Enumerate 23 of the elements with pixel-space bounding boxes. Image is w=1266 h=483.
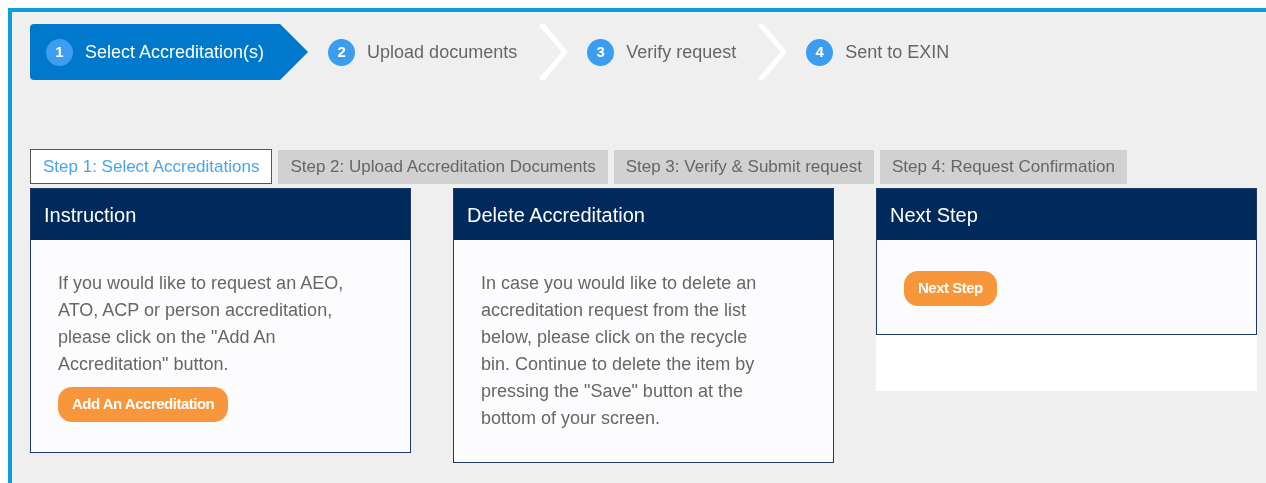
step-tab[interactable]: Step 2: Upload Accreditation Documents: [278, 150, 608, 184]
panel-text: In case you would like to delete an accreditation request from the list below, please click on the recycle bin. Continue to delete the item by pressing the "Save" button at the bottom of your screen.: [481, 272, 758, 430]
step-label: Verify request: [626, 40, 737, 64]
step-tab[interactable]: Step 1: Select Accreditations: [30, 149, 273, 184]
wizard-step[interactable]: 4 Sent to EXIN: [786, 24, 972, 80]
panel-title: Next Step: [890, 202, 978, 228]
wizard-step[interactable]: 3 Verify request: [567, 24, 759, 80]
panel-text: If you would like to request an AEO, ATO, ACP or person accreditation, please click on the "Add An Accreditation" button.: [58, 272, 345, 376]
step-label: Select Accreditation(s): [85, 40, 265, 64]
step-number: 3: [587, 38, 615, 66]
step-tab[interactable]: Step 3: Verify & Submit request: [613, 150, 874, 184]
step-number: 1: [46, 38, 73, 66]
step-number: 2: [328, 38, 356, 66]
action-button[interactable]: Next Step: [904, 271, 997, 306]
action-button[interactable]: Add An Accreditation: [58, 387, 229, 422]
wizard-step[interactable]: 2 Upload documents: [308, 24, 540, 80]
step-label: Sent to EXIN: [845, 40, 950, 64]
step-label: Upload documents: [367, 40, 518, 64]
step-tab[interactable]: Step 4: Request Confirmation: [879, 150, 1127, 184]
panel-title: Instruction: [44, 202, 137, 228]
step-number: 4: [806, 38, 834, 66]
panel-title: Delete Accreditation: [467, 202, 645, 228]
wizard-step[interactable]: 1 Select Accreditation(s): [30, 24, 309, 80]
